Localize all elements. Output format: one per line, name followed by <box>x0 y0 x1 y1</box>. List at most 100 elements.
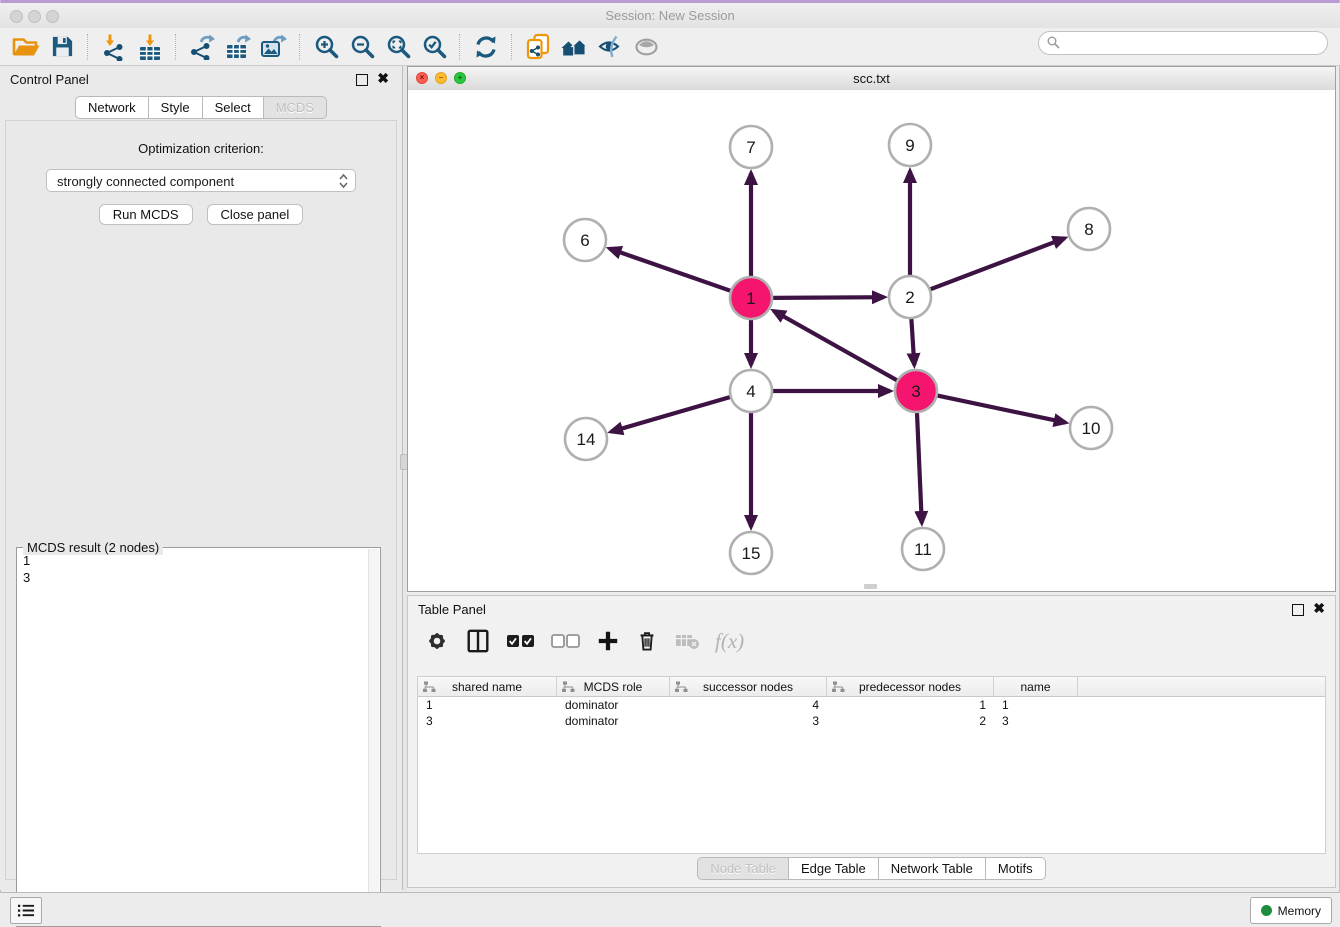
chevron-up-down-icon <box>339 173 348 196</box>
export-image-icon[interactable] <box>256 32 292 62</box>
node-15[interactable]: 15 <box>730 532 772 574</box>
node-6[interactable]: 6 <box>564 219 606 261</box>
zoom-in-icon[interactable] <box>308 32 344 62</box>
optimization-criterion-label: Optimization criterion: <box>6 141 396 156</box>
cell[interactable]: 1 <box>994 697 1078 713</box>
edge-3-10[interactable] <box>938 396 1066 423</box>
network-window-grip[interactable] <box>864 584 877 589</box>
criterion-value: strongly connected component <box>57 174 234 189</box>
zoom-fit-icon[interactable] <box>380 32 416 62</box>
task-history-button[interactable] <box>10 897 42 924</box>
close-panel-icon[interactable]: ✖ <box>377 71 389 85</box>
open-file-icon[interactable] <box>8 32 44 62</box>
network-canvas[interactable]: 7 9 6 8 1 2 4 3 14 10 15 11 <box>408 90 1335 591</box>
column-header-predecessor-nodes[interactable]: predecessor nodes <box>827 677 994 696</box>
clone-network-icon[interactable] <box>520 32 556 62</box>
table-panel-title: Table Panel <box>418 602 486 617</box>
svg-text:14: 14 <box>577 430 596 449</box>
zoom-selected-icon[interactable] <box>416 32 452 62</box>
cell[interactable]: 1 <box>418 697 557 713</box>
node-10[interactable]: 10 <box>1070 407 1112 449</box>
column-header-shared-name[interactable]: shared name <box>418 677 557 696</box>
zoom-out-icon[interactable] <box>344 32 380 62</box>
toolbar-separator <box>459 34 461 60</box>
export-table-icon[interactable] <box>220 32 256 62</box>
svg-text:3: 3 <box>911 382 920 401</box>
column-header-MCDS-role[interactable]: MCDS role <box>557 677 670 696</box>
criterion-dropdown[interactable]: strongly connected component <box>46 169 356 192</box>
toolbar-separator <box>87 34 89 60</box>
run-mcds-button[interactable]: Run MCDS <box>99 204 193 225</box>
tab-network-table[interactable]: Network Table <box>879 857 986 880</box>
close-table-panel-icon[interactable]: ✖ <box>1313 601 1325 615</box>
edge-2-3[interactable] <box>911 319 914 365</box>
show-column-icon[interactable] <box>465 626 491 656</box>
cell[interactable]: 2 <box>827 713 994 729</box>
tab-style[interactable]: Style <box>149 96 203 119</box>
node-14[interactable]: 14 <box>565 418 607 460</box>
node-7[interactable]: 7 <box>730 126 772 168</box>
apply-layout-icon[interactable] <box>468 32 504 62</box>
save-session-icon[interactable] <box>44 32 80 62</box>
node-table[interactable]: shared nameMCDS rolesuccessor nodesprede… <box>417 676 1326 854</box>
import-table-icon[interactable] <box>132 32 168 62</box>
import-network-icon[interactable] <box>96 32 132 62</box>
node-4[interactable]: 4 <box>730 370 772 412</box>
cell[interactable]: 4 <box>670 697 827 713</box>
cell[interactable]: dominator <box>557 713 670 729</box>
result-scrollbar[interactable] <box>368 549 379 925</box>
edge-1-2[interactable] <box>773 297 884 298</box>
cell[interactable]: 3 <box>994 713 1078 729</box>
cell[interactable]: 3 <box>418 713 557 729</box>
tab-motifs[interactable]: Motifs <box>986 857 1046 880</box>
toolbar-separator <box>511 34 513 60</box>
tab-select[interactable]: Select <box>203 96 264 119</box>
close-panel-button[interactable]: Close panel <box>207 204 304 225</box>
table-row[interactable]: 3dominator323 <box>418 713 1325 729</box>
node-11[interactable]: 11 <box>902 528 944 570</box>
network-window-titlebar: × − + scc.txt <box>408 67 1335 91</box>
svg-text:9: 9 <box>905 136 914 155</box>
column-header-successor-nodes[interactable]: successor nodes <box>670 677 827 696</box>
table-row[interactable]: 1dominator411 <box>418 697 1325 713</box>
cell[interactable]: dominator <box>557 697 670 713</box>
node-1[interactable]: 1 <box>730 277 772 319</box>
cell[interactable]: 1 <box>827 697 994 713</box>
mcds-result-box: MCDS result (2 nodes) 1 3 <box>16 547 381 927</box>
edge-3-11[interactable] <box>917 413 922 523</box>
deselect-all-icon[interactable] <box>551 626 581 656</box>
node-8[interactable]: 8 <box>1068 208 1110 250</box>
memory-status-icon <box>1261 905 1272 916</box>
node-2[interactable]: 2 <box>889 276 931 318</box>
tab-network[interactable]: Network <box>75 96 149 119</box>
export-network-icon[interactable] <box>184 32 220 62</box>
svg-text:11: 11 <box>914 540 932 559</box>
tab-node-table[interactable]: Node Table <box>697 857 789 880</box>
float-table-panel-icon[interactable] <box>1292 604 1304 616</box>
edge-4-14[interactable] <box>611 397 730 432</box>
select-all-icon[interactable] <box>506 626 536 656</box>
float-panel-icon[interactable] <box>356 74 368 86</box>
show-all-hidden-icon <box>628 32 664 62</box>
search-box <box>1038 31 1328 55</box>
node-9[interactable]: 9 <box>889 124 931 166</box>
node-3[interactable]: 3 <box>895 370 937 412</box>
toolbar-separator <box>299 34 301 60</box>
control-panel: Control Panel ✖ NetworkStyleSelectMCDS O… <box>0 66 403 890</box>
table-options-icon[interactable] <box>424 626 450 656</box>
search-input[interactable] <box>1038 31 1328 55</box>
first-neighbors-icon[interactable] <box>556 32 592 62</box>
edge-3-1[interactable] <box>774 311 897 380</box>
tab-edge-table[interactable]: Edge Table <box>789 857 879 880</box>
column-header-name[interactable]: name <box>994 677 1078 696</box>
edge-1-6[interactable] <box>610 249 731 291</box>
cell[interactable]: 3 <box>670 713 827 729</box>
add-row-icon[interactable] <box>596 626 620 656</box>
memory-button[interactable]: Memory <box>1250 897 1332 924</box>
tab-mcds[interactable]: MCDS <box>264 96 327 119</box>
edge-2-8[interactable] <box>931 238 1065 289</box>
list-icon <box>17 903 35 918</box>
network-window-title: scc.txt <box>408 71 1335 86</box>
hide-selected-icon[interactable] <box>592 32 628 62</box>
delete-row-icon[interactable] <box>635 626 659 656</box>
